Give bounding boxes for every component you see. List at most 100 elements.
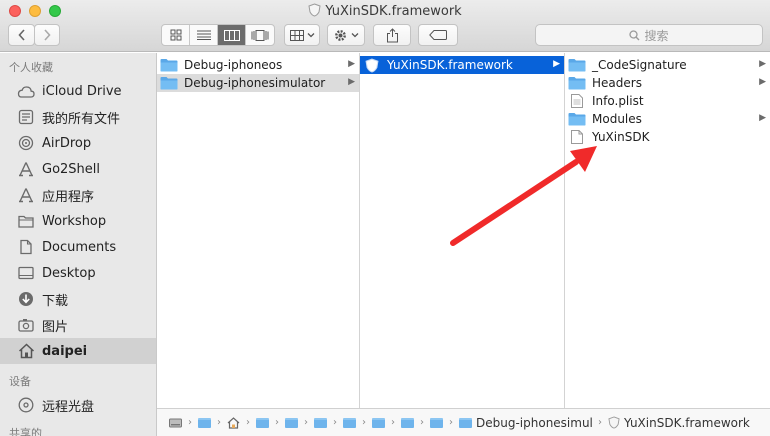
sidebar-item-label: Workshop — [42, 213, 107, 229]
chevron-left-icon — [17, 29, 25, 41]
sidebar-item-label: 应用程序 — [42, 189, 95, 205]
sidebar-item-workshop[interactable]: Workshop — [0, 208, 156, 234]
disclosure-arrow-icon: ▶ — [553, 59, 560, 69]
favorites-list: iCloud Drive 我的所有文件 AirDrop Go2Shell 应用程序 Wor… — [0, 78, 156, 364]
path-debug-iphonesimulator[interactable]: Debug-iphonesimulator — [459, 416, 592, 430]
sidebar-item-airdrop[interactable]: AirDrop — [0, 130, 156, 156]
file-row-yuxinsdk[interactable]: YuXinSDK — [565, 128, 770, 146]
action-menu-button[interactable] — [327, 24, 365, 46]
devices-list: 远程光盘 — [0, 392, 156, 418]
folder-icon — [17, 212, 35, 230]
path-disk[interactable] — [169, 417, 182, 428]
path-xcode-folder[interactable] — [314, 417, 327, 428]
list-view-button[interactable] — [190, 25, 218, 45]
path-bar: › › › › › › › › › › Debug-iphonesimulato… — [157, 408, 770, 436]
chevron-down-icon — [307, 33, 314, 38]
file-name: Headers — [592, 76, 642, 90]
path-products-folder[interactable] — [430, 417, 443, 428]
file-name: _CodeSignature — [592, 58, 687, 72]
path-item-label: YuXinSDK.framework — [624, 415, 750, 430]
file-row-headers[interactable]: Headers ▶ — [565, 74, 770, 92]
back-button[interactable] — [8, 24, 35, 46]
disclosure-arrow-icon: ▶ — [759, 77, 766, 87]
path-users-folder[interactable] — [198, 417, 211, 428]
sidebar-item-icloud-drive[interactable]: iCloud Drive — [0, 78, 156, 104]
title-bar: YuXinSDK.framework 搜索 — [0, 0, 770, 52]
folder-icon — [568, 76, 586, 90]
sidebar-item-我的所有文件[interactable]: 我的所有文件 — [0, 104, 156, 130]
file-name: YuXinSDK — [592, 130, 650, 144]
forward-button[interactable] — [34, 24, 60, 46]
folder-icon — [372, 417, 385, 428]
sidebar-item-远程光盘[interactable]: 远程光盘 — [0, 392, 156, 418]
column-build-products: Debug-iphoneos ▶ Debug-iphonesimulator ▶ — [157, 53, 360, 408]
path-build-folder[interactable] — [401, 417, 414, 428]
folder-icon — [160, 58, 178, 72]
share-button[interactable] — [373, 24, 411, 46]
chevron-down-icon — [351, 33, 359, 38]
file-name: Modules — [592, 112, 642, 126]
disclosure-arrow-icon: ▶ — [348, 77, 355, 87]
folder-icon — [198, 417, 211, 428]
hard-disk-icon — [169, 418, 182, 428]
file-row-codesignature[interactable]: _CodeSignature ▶ — [565, 56, 770, 74]
arrange-button[interactable] — [284, 24, 320, 46]
disclosure-arrow-icon: ▶ — [759, 113, 766, 123]
icon-grid-icon — [170, 29, 181, 41]
sidebar-item-daipei[interactable]: daipei — [0, 338, 156, 364]
gear-icon — [335, 29, 346, 41]
airdrop-icon — [17, 134, 35, 152]
edit-tags-button[interactable] — [418, 24, 458, 46]
sidebar-item-label: 我的所有文件 — [42, 111, 121, 127]
sidebar-item-label: 远程光盘 — [42, 399, 95, 415]
file-row-debug-iphoneos[interactable]: Debug-iphoneos ▶ — [157, 56, 359, 74]
applications-icon — [17, 186, 35, 204]
column-view-button[interactable] — [218, 25, 246, 45]
search-icon — [629, 29, 640, 40]
home-icon — [227, 416, 240, 429]
folder-icon — [568, 112, 586, 126]
plist-file-icon — [568, 94, 586, 108]
path-developer-folder[interactable] — [285, 417, 298, 428]
applications-icon — [17, 160, 35, 178]
path-item-label: Debug-iphonesimulator — [476, 415, 592, 430]
folder-icon — [343, 417, 356, 428]
sidebar-item-go2shell[interactable]: Go2Shell — [0, 156, 156, 182]
disc-icon — [17, 396, 35, 414]
path-library-folder[interactable] — [256, 417, 269, 428]
sidebar-item-desktop[interactable]: Desktop — [0, 260, 156, 286]
folder-icon — [285, 417, 298, 428]
sidebar-item-label: AirDrop — [42, 135, 92, 151]
folder-icon — [568, 58, 586, 72]
file-name: Debug-iphoneos — [184, 58, 283, 72]
view-mode-control — [161, 24, 275, 46]
folder-icon — [160, 76, 178, 90]
path-home-folder[interactable] — [227, 416, 240, 429]
sidebar-item-label: daipei — [42, 343, 88, 359]
path-framework[interactable]: YuXinSDK.framework — [608, 416, 750, 430]
window-title-text: YuXinSDK.framework — [325, 4, 462, 19]
file-row-debug-iphonesimulator[interactable]: Debug-iphonesimulator ▶ — [157, 74, 359, 92]
path-project-folder[interactable] — [372, 417, 385, 428]
desktop-icon — [17, 264, 35, 282]
sidebar-item-应用程序[interactable]: 应用程序 — [0, 182, 156, 208]
folder-icon — [314, 417, 327, 428]
sidebar-item-documents[interactable]: Documents — [0, 234, 156, 260]
sidebar-item-label: 图片 — [42, 319, 69, 335]
sidebar-item-图片[interactable]: 图片 — [0, 312, 156, 338]
sidebar-item-下载[interactable]: 下载 — [0, 286, 156, 312]
file-name: Info.plist — [592, 94, 644, 108]
list-icon — [196, 30, 211, 40]
document-icon — [568, 130, 586, 144]
folder-icon — [401, 417, 414, 428]
cover-flow-button[interactable] — [246, 25, 274, 45]
file-row-modules[interactable]: Modules ▶ — [565, 110, 770, 128]
file-name: YuXinSDK.framework — [387, 58, 513, 72]
sidebar-item-label: Documents — [42, 239, 117, 255]
icon-view-button[interactable] — [162, 25, 190, 45]
search-field[interactable]: 搜索 — [535, 24, 763, 46]
file-name: Debug-iphonesimulator — [184, 76, 326, 90]
file-row-yuxinsdk-framework[interactable]: YuXinSDK.framework ▶ — [360, 56, 564, 74]
file-row-info-plist[interactable]: Info.plist — [565, 92, 770, 110]
path-derived-data-folder[interactable] — [343, 417, 356, 428]
